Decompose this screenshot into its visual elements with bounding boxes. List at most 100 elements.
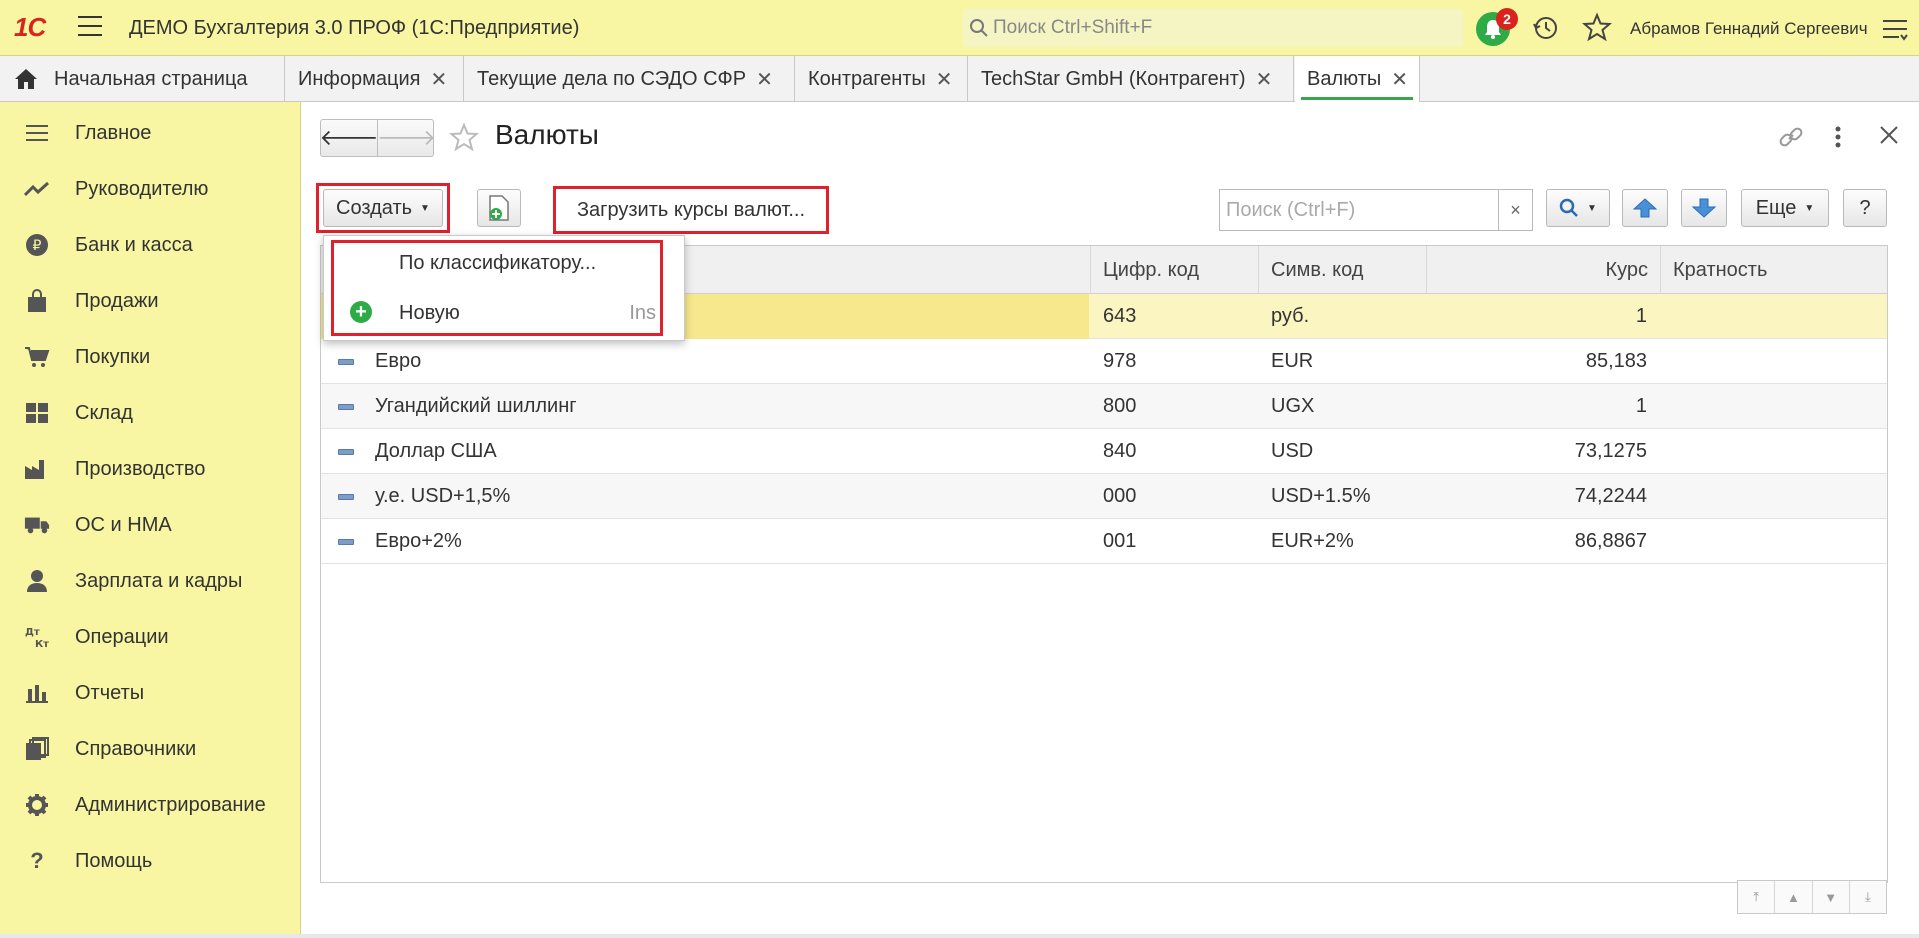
sidebar-item-administration[interactable]: Администрирование (0, 780, 301, 830)
search-clear-button[interactable]: × (1499, 189, 1533, 231)
search-icon (970, 19, 988, 37)
create-button[interactable]: Создать ▼ (323, 189, 443, 227)
sidebar-item-manager[interactable]: Руководителю (0, 164, 301, 214)
tab-label: Контрагенты (808, 67, 926, 90)
sidebar-item-bank[interactable]: ₽ Банк и касса (0, 220, 301, 270)
settings-menu-icon[interactable] (1882, 18, 1908, 42)
table-row[interactable]: Евро+2% 001 EUR+2% 86,8867 (321, 519, 1887, 564)
tab-close-icon[interactable]: ✕ (1256, 67, 1273, 92)
tab-information[interactable]: Информация ✕ (286, 56, 464, 102)
tab-close-icon[interactable]: ✕ (1391, 67, 1408, 92)
scroll-down-icon[interactable]: ▼ (1813, 881, 1850, 913)
cell-sym-code: EUR (1271, 350, 1314, 372)
factory-icon (24, 456, 50, 482)
main-menu-icon[interactable] (78, 16, 102, 38)
column-header-sym-code[interactable]: Симв. код (1259, 246, 1427, 294)
sidebar-item-purchases[interactable]: Покупки (0, 332, 301, 382)
help-button[interactable]: ? (1843, 189, 1887, 227)
sidebar-item-reports[interactable]: Отчеты (0, 668, 301, 718)
app-logo[interactable]: 1С (14, 12, 46, 43)
sidebar-item-label: Отчеты (75, 681, 145, 704)
sidebar-item-label: Справочники (75, 737, 197, 760)
table-row[interactable]: у.е. USD+1,5% 000 USD+1.5% 74,2244 (321, 474, 1887, 519)
tab-close-icon[interactable]: ✕ (936, 67, 953, 92)
column-header-rate[interactable]: Курс (1427, 246, 1661, 294)
ruble-coin-icon: ₽ (24, 232, 50, 258)
tab-techstar[interactable]: TechStar GmbH (Контрагент) ✕ (969, 56, 1294, 102)
column-header-num-code[interactable]: Цифр. код (1091, 246, 1259, 294)
trend-icon (24, 176, 50, 202)
list-search-input[interactable] (1220, 190, 1495, 230)
chevron-down-icon: ▼ (1804, 202, 1815, 214)
sidebar-item-fixed-assets[interactable]: ОС и НМА (0, 500, 301, 550)
sidebar-item-catalogs[interactable]: Справочники (0, 724, 301, 774)
sidebar-item-production[interactable]: Производство (0, 444, 301, 494)
more-vertical-icon[interactable] (1833, 124, 1843, 150)
more-actions-label: Еще (1755, 196, 1797, 219)
global-search[interactable] (963, 9, 1463, 47)
list-search-field[interactable] (1219, 189, 1499, 231)
window-bottom-edge (0, 934, 1919, 938)
tab-current-tasks[interactable]: Текущие дела по СЭДО СФР ✕ (465, 56, 795, 102)
cell-rate: 73,1275 (1574, 440, 1647, 462)
tab-home[interactable]: Начальная страница (0, 56, 285, 102)
add-favorite-star-icon[interactable] (449, 122, 479, 152)
table-row[interactable]: Угандийский шиллинг 800 UGX 1 (321, 384, 1887, 429)
history-icon[interactable] (1532, 14, 1560, 42)
tab-currencies[interactable]: Валюты ✕ (1295, 56, 1420, 102)
notifications-count-badge: 2 (1496, 8, 1518, 30)
arrow-up-icon (1633, 198, 1657, 218)
person-icon (24, 568, 50, 594)
scroll-to-top-icon[interactable]: ⤒ (1738, 881, 1776, 913)
tab-close-icon[interactable]: ✕ (756, 67, 773, 92)
forward-arrow-icon[interactable]: 🡒 (377, 120, 436, 156)
sidebar-item-label: Производство (75, 457, 206, 480)
sidebar-item-warehouse[interactable]: Склад (0, 388, 301, 438)
sidebar-item-sales[interactable]: Продажи (0, 276, 301, 326)
sidebar-item-operations[interactable]: Дт Кт Операции (0, 612, 301, 662)
more-actions-button[interactable]: Еще ▼ (1741, 189, 1829, 227)
bar-chart-icon (24, 680, 50, 706)
scroll-up-icon[interactable]: ▲ (1775, 881, 1813, 913)
move-down-button[interactable] (1681, 189, 1727, 227)
cell-num-code: 800 (1103, 395, 1137, 417)
sidebar-item-payroll[interactable]: Зарплата и кадры (0, 556, 301, 606)
cell-sym-code: EUR+2% (1271, 530, 1354, 552)
sidebar-item-main[interactable]: Главное (0, 108, 301, 158)
back-arrow-icon[interactable]: 🡐 (320, 120, 379, 156)
global-search-input[interactable] (993, 9, 1453, 47)
cell-rate: 1 (1635, 395, 1647, 417)
history-navigation: 🡐 🡒 (320, 119, 436, 157)
gear-icon (24, 792, 50, 818)
sidebar-item-label: Склад (75, 401, 133, 424)
chevron-down-icon: ▼ (420, 202, 430, 214)
link-icon[interactable] (1778, 124, 1804, 150)
cell-num-code: 643 (1103, 305, 1137, 327)
favorites-star-icon[interactable] (1582, 12, 1612, 42)
search-options-button[interactable]: ▼ (1546, 189, 1610, 227)
cell-multiplicity (1661, 474, 1887, 519)
load-currency-rates-button[interactable]: Загрузить курсы валют... (559, 192, 823, 228)
cell-sym-code: UGX (1271, 395, 1315, 417)
tab-counterparties[interactable]: Контрагенты ✕ (796, 56, 968, 102)
sidebar-item-label: Покупки (75, 345, 151, 368)
cell-multiplicity (1661, 429, 1887, 474)
books-icon (24, 736, 50, 762)
sidebar-item-help[interactable]: ? Помощь (0, 836, 301, 886)
tab-close-icon[interactable]: ✕ (430, 67, 447, 92)
search-icon (1559, 198, 1578, 217)
open-tabs-bar: Начальная страница Информация ✕ Текущие … (0, 56, 1919, 102)
cell-multiplicity (1661, 384, 1887, 429)
current-user-name[interactable]: Абрамов Геннадий Сергеевич (1630, 19, 1868, 39)
table-row[interactable]: Доллар США 840 USD 73,1275 (321, 429, 1887, 474)
scroll-to-bottom-icon[interactable]: ⤓ (1850, 881, 1886, 913)
cell-name: Угандийский шиллинг (375, 395, 577, 417)
cell-name: Евро+2% (375, 530, 462, 552)
tab-label: Информация (298, 67, 421, 90)
svg-text:Кт: Кт (35, 639, 49, 649)
column-header-multiplicity[interactable]: Кратность (1661, 246, 1887, 294)
table-row[interactable]: Евро 978 EUR 85,183 (321, 339, 1887, 384)
move-up-button[interactable] (1622, 189, 1668, 227)
close-form-icon[interactable] (1878, 124, 1900, 146)
create-copy-button[interactable] (477, 189, 521, 227)
